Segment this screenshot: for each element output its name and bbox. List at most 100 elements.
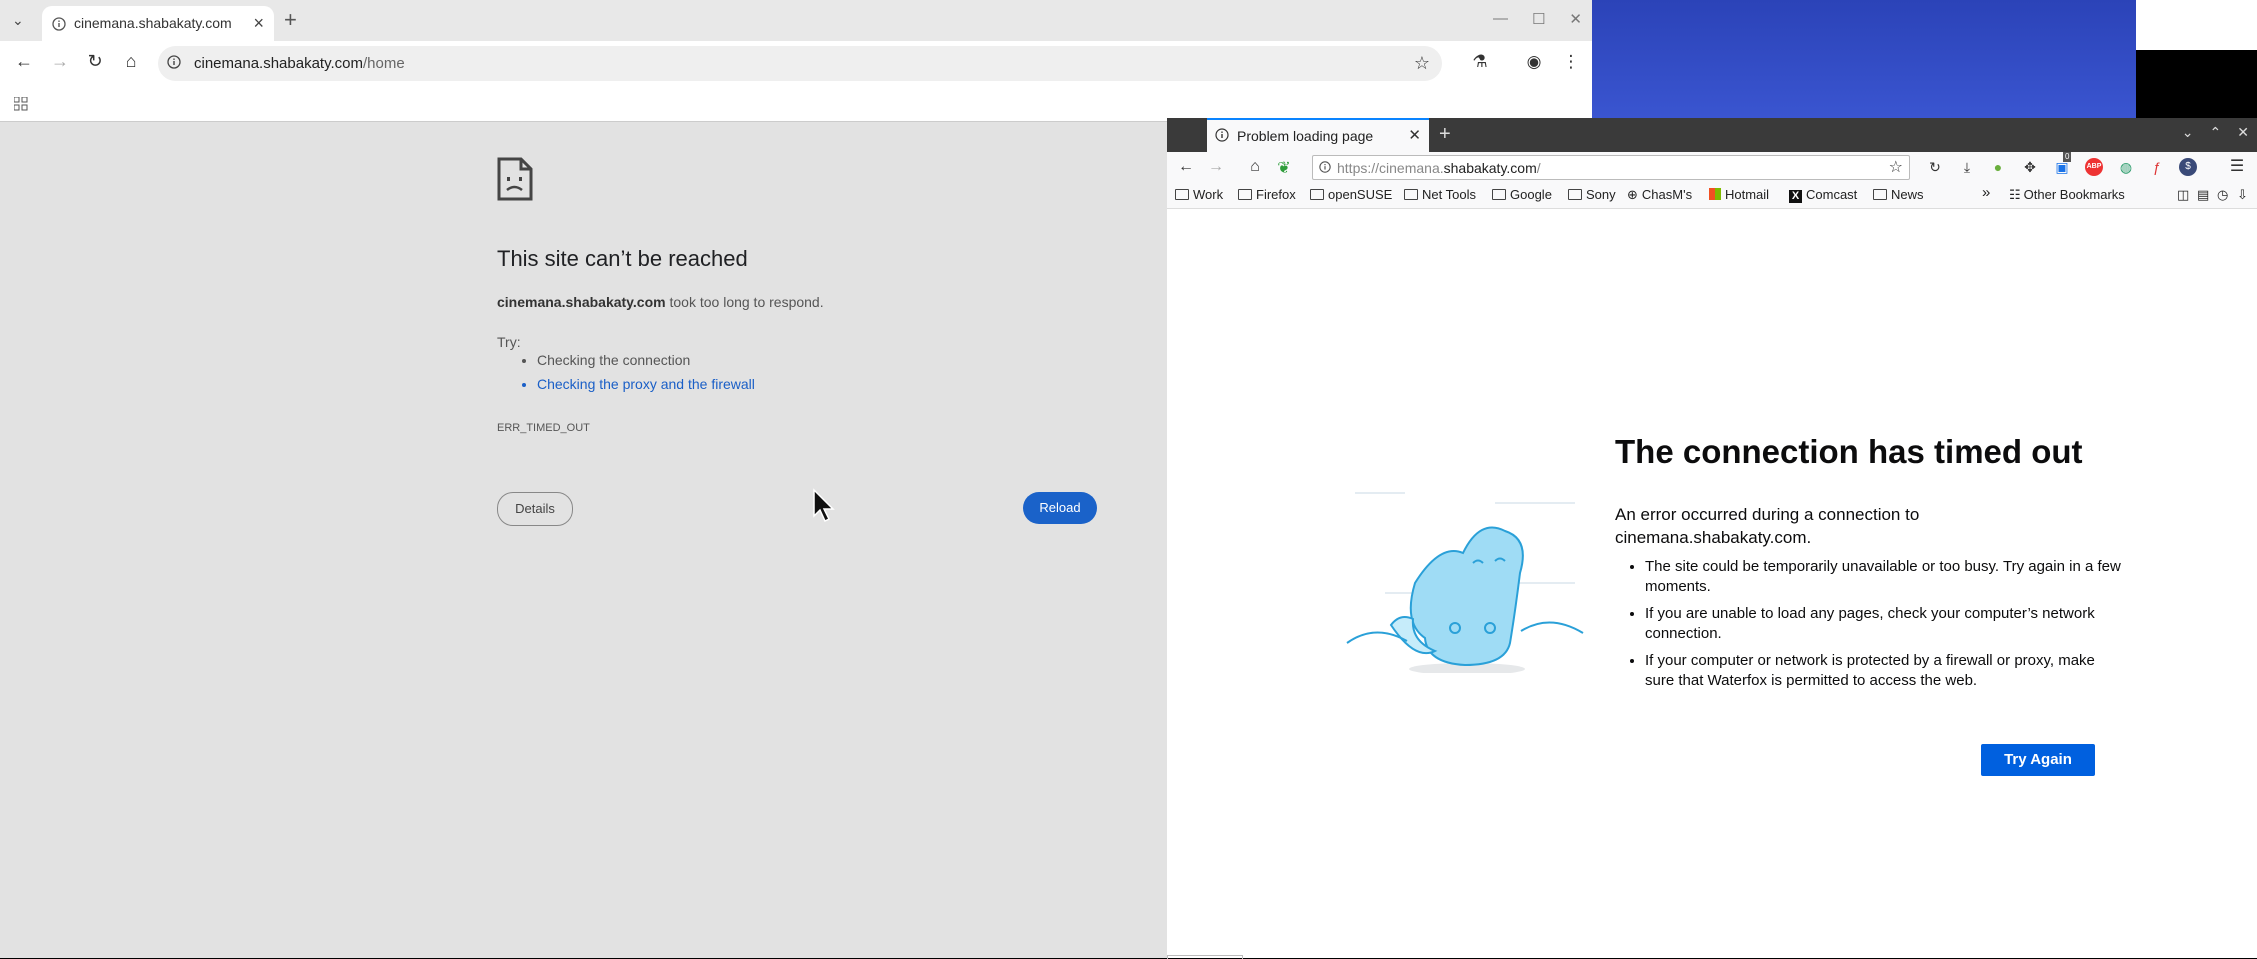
url-path: /home [362, 55, 405, 72]
bookmark-label: Google [1510, 187, 1552, 202]
x-logo-icon: X [1789, 190, 1802, 203]
bookmark-label: Comcast [1806, 187, 1858, 202]
pocket-save-icon[interactable]: ⇩ [2237, 187, 2248, 203]
error-message: took too long to respond. [665, 294, 824, 310]
back-arrow-icon[interactable]: ← [1175, 158, 1197, 176]
mouse-cursor-icon [813, 488, 835, 523]
waterfox-page-content: The connection has timed out An error oc… [1167, 209, 2257, 958]
extension-badge-icon[interactable]: ▣ 0 [2053, 152, 2072, 176]
info-icon [1215, 128, 1229, 142]
close-tab-icon[interactable]: ✕ [1408, 126, 1421, 144]
url-host: cinemana.shabakaty.com [194, 55, 363, 72]
desktop-panel [2136, 0, 2257, 50]
back-arrow-icon[interactable]: ← [11, 51, 37, 72]
bookmark-star-icon[interactable]: ☆ [1414, 53, 1430, 74]
chrome-toolbar: ← → ↻ ⌂ cinemana.shabakaty.com/home ☆ ⚗ … [0, 41, 1592, 87]
bookmark-news[interactable]: News [1873, 187, 1924, 202]
bookmark-google[interactable]: Google [1492, 187, 1552, 202]
bookmark-label: Other Bookmarks [2023, 187, 2125, 202]
account-extension-icon[interactable]: $ [2179, 158, 2197, 176]
reload-button[interactable]: Reload [1023, 492, 1097, 524]
chevron-down-icon[interactable]: ⌄ [2182, 124, 2194, 141]
maximize-icon[interactable]: ☐ [1532, 10, 1545, 28]
chrome-tab-bar: ⌄ cinemana.shabakaty.com × + — ☐ ✕ [0, 0, 1592, 41]
chrome-tab[interactable]: cinemana.shabakaty.com × [42, 6, 274, 41]
error-code: ERR_TIMED_OUT [497, 422, 590, 434]
bookmark-firefox[interactable]: Firefox [1238, 187, 1296, 202]
forward-arrow-icon[interactable]: → [1205, 158, 1227, 176]
try-again-button[interactable]: Try Again [1981, 744, 2095, 776]
tab-search-chevron-icon[interactable]: ⌄ [12, 12, 24, 29]
site-info-icon[interactable] [1319, 161, 1331, 173]
sidebar-icon[interactable]: ◫ [2177, 187, 2189, 203]
bookmark-sony[interactable]: Sony [1568, 187, 1616, 202]
close-window-icon[interactable]: ✕ [2237, 124, 2249, 141]
url-prefix: https://cinemana. [1337, 160, 1444, 176]
badge-count: 0 [2063, 152, 2072, 162]
adblock-icon[interactable]: ABP [2085, 158, 2103, 176]
profile-icon[interactable]: ◉ [1523, 52, 1545, 72]
leaf-extension-icon[interactable]: ❦ [1273, 158, 1295, 178]
waterfox-tab[interactable]: Problem loading page ✕ [1207, 118, 1429, 152]
bookmark-hotmail[interactable]: Hotmail [1709, 187, 1769, 202]
home-icon[interactable]: ⌂ [1244, 158, 1266, 176]
chevron-more-icon[interactable]: » [1982, 184, 1990, 201]
globe-icon: ⊕ [1627, 187, 1638, 202]
new-tab-button[interactable]: + [284, 7, 297, 33]
new-tab-button[interactable]: + [1439, 123, 1451, 146]
folder-icon [1404, 189, 1418, 200]
library-icon[interactable]: ▤ [2197, 187, 2209, 203]
home-icon[interactable]: ⌂ [118, 51, 144, 72]
bookmark-opensuse[interactable]: openSUSE [1310, 187, 1392, 202]
suggestion-item: Checking the connection [537, 352, 755, 368]
download-icon[interactable]: ⤓ [1958, 158, 1976, 176]
waterfox-tab-bar: Problem loading page ✕ + ⌄ ⌃ ✕ [1167, 118, 2257, 152]
flash-icon[interactable]: ƒ [2148, 158, 2166, 176]
chevron-up-icon[interactable]: ⌃ [2210, 124, 2222, 141]
apps-grid-icon[interactable] [14, 97, 28, 111]
folder-icon [1238, 189, 1252, 200]
folder-icon [1873, 189, 1887, 200]
sync-extension-icon[interactable]: ◍ [2117, 158, 2135, 176]
suggestion-item: The site could be temporarily unavailabl… [1645, 557, 2125, 597]
extension-green-icon[interactable]: ● [1989, 158, 2007, 176]
menu-kebab-icon[interactable]: ⋮ [1560, 52, 1582, 72]
puzzle-extension-icon[interactable]: ✥ [2021, 158, 2039, 176]
url-text: https://cinemana.shabakaty.com/ [1337, 160, 1541, 176]
bookmark-label: News [1891, 187, 1924, 202]
bookmark-star-icon[interactable]: ☆ [1889, 157, 1903, 177]
bookmark-label: Firefox [1256, 187, 1296, 202]
window-controls: ⌄ ⌃ ✕ [2182, 124, 2249, 141]
folder-icon [1492, 189, 1506, 200]
folder-icon [1310, 189, 1324, 200]
status-edge [1167, 955, 1243, 959]
close-window-icon[interactable]: ✕ [1569, 10, 1582, 28]
forward-arrow-icon[interactable]: → [47, 51, 73, 72]
proxy-firewall-link[interactable]: Checking the proxy and the firewall [537, 376, 755, 392]
chrome-tab-title: cinemana.shabakaty.com [74, 15, 232, 31]
reload-icon[interactable]: ↻ [1926, 158, 1944, 176]
suggestion-list: Checking the connection Checking the pro… [497, 352, 755, 400]
bookmark-comcast[interactable]: X Comcast [1789, 187, 1857, 203]
error-suggestions: The site could be temporarily unavailabl… [1615, 557, 2125, 698]
bookmark-work[interactable]: Work [1175, 187, 1223, 202]
bookmark-chasms[interactable]: ⊕ ChasM's [1627, 187, 1692, 203]
details-button[interactable]: Details [497, 492, 573, 526]
labs-flask-icon[interactable]: ⚗ [1469, 52, 1491, 72]
url-suffix: / [1536, 160, 1541, 176]
history-clock-icon[interactable]: ◷ [2217, 187, 2228, 203]
folder-icon [1175, 189, 1189, 200]
hamburger-menu-icon[interactable]: ☰ [2228, 158, 2246, 176]
minimize-icon[interactable]: — [1493, 10, 1508, 28]
reload-icon[interactable]: ↻ [82, 51, 108, 72]
error-title: The connection has timed out [1615, 433, 2083, 470]
desktop-panel-dark [2136, 50, 2257, 118]
close-tab-icon[interactable]: × [253, 13, 264, 34]
bookmark-label: openSUSE [1328, 187, 1393, 202]
error-host: cinemana.shabakaty.com [497, 294, 666, 310]
address-bar[interactable]: cinemana.shabakaty.com/home ☆ [158, 46, 1442, 81]
url-bar[interactable]: https://cinemana.shabakaty.com/ ☆ [1312, 155, 1910, 180]
bookmark-net-tools[interactable]: Net Tools [1404, 187, 1476, 202]
other-bookmarks[interactable]: ☷ Other Bookmarks [2009, 187, 2125, 203]
site-info-icon[interactable] [167, 55, 181, 69]
